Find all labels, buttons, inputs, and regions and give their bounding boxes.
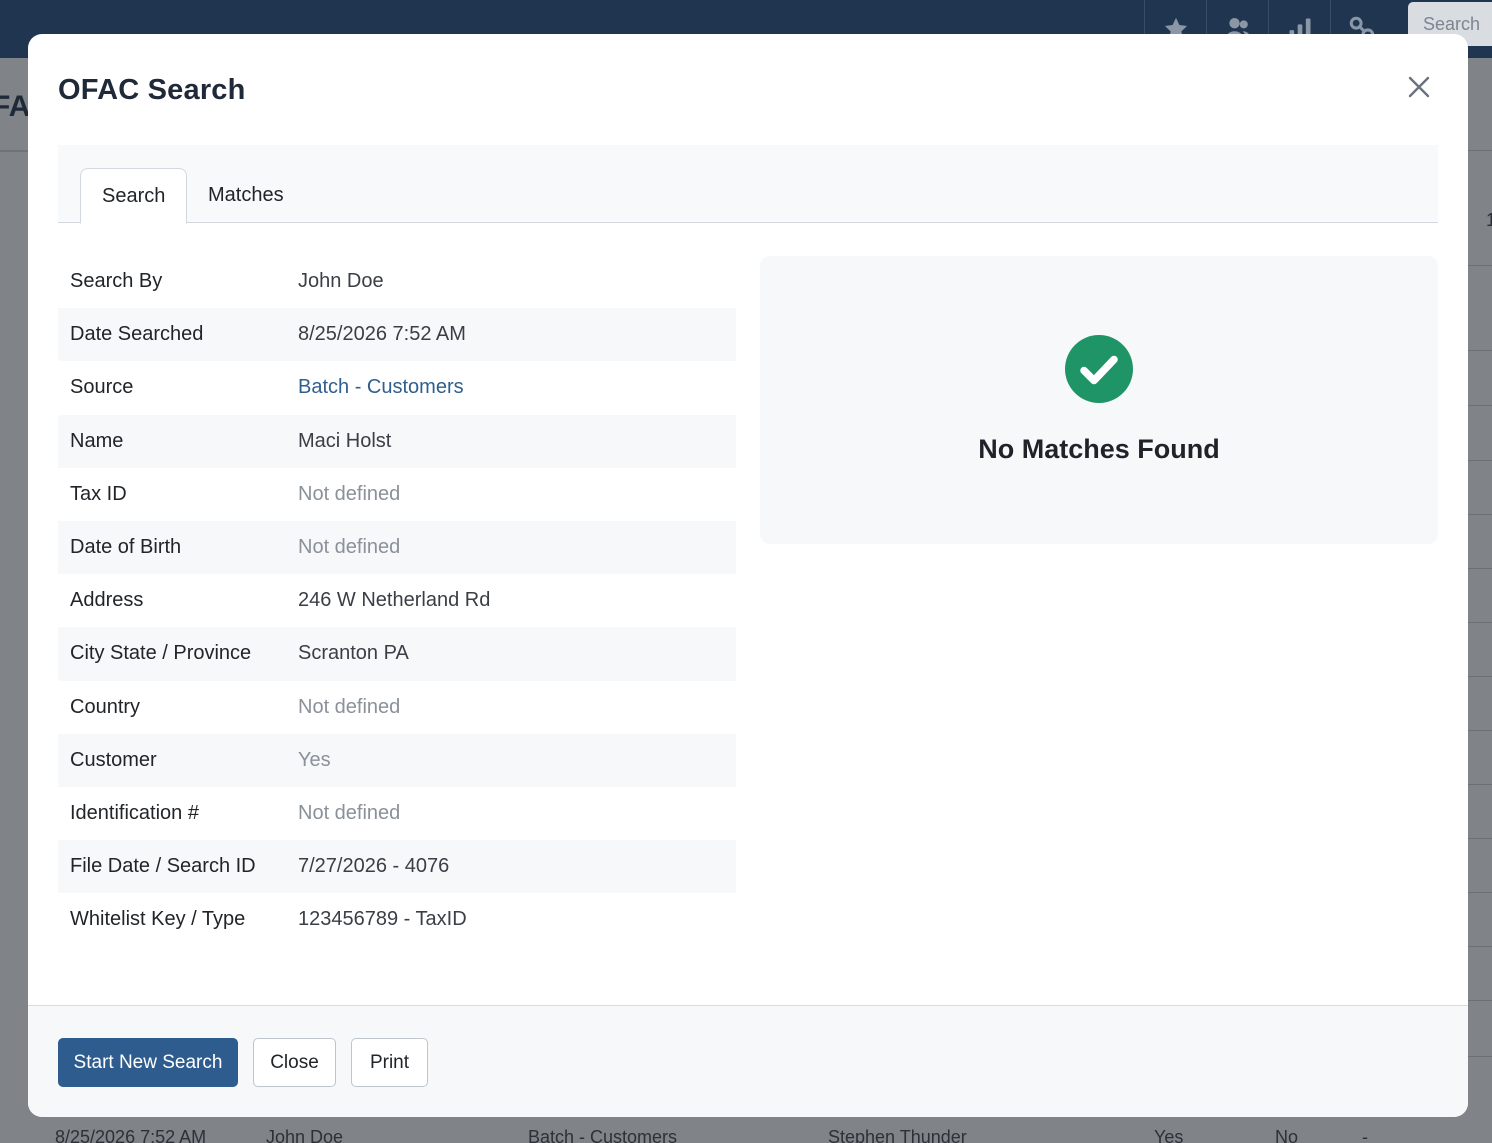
background-count: 1 (1486, 210, 1492, 230)
modal-footer: Start New Search Close Print (28, 1005, 1468, 1117)
detail-value: Not defined (298, 695, 401, 718)
result-card: No Matches Found (760, 256, 1438, 544)
detail-value: 123456789 - TaxID (298, 908, 467, 931)
detail-row: Search By John Doe (58, 255, 736, 308)
bg-row-source: Batch - Customers (528, 1127, 678, 1143)
source-link[interactable]: Batch - Customers (298, 376, 464, 399)
modal-close-button[interactable] (1404, 72, 1434, 102)
detail-value: 8/25/2026 7:52 AM (298, 323, 466, 346)
tab-bar: Search Matches (58, 145, 1438, 224)
bg-row-date: 8/25/2026 7:52 AM (55, 1127, 207, 1143)
detail-value: Not defined (298, 482, 401, 505)
detail-label: Address (70, 589, 144, 612)
detail-label: Whitelist Key / Type (70, 908, 246, 931)
bg-row-name: Stephen Thunder (828, 1127, 967, 1143)
detail-label: Date Searched (70, 323, 204, 346)
bg-row-match: No (1275, 1127, 1299, 1143)
tab-matches[interactable]: Matches (187, 168, 305, 223)
bg-row-searched-by: John Doe (266, 1127, 344, 1143)
detail-row: Identification # Not defined (58, 787, 736, 840)
detail-value: Not defined (298, 536, 401, 559)
detail-label: Search By (70, 270, 163, 293)
detail-row: Date Searched 8/25/2026 7:52 AM (58, 308, 736, 362)
print-button[interactable]: Print (351, 1038, 428, 1087)
close-icon (1408, 76, 1430, 98)
background-divider (0, 150, 30, 152)
detail-label: Country (70, 695, 141, 718)
detail-value: Yes (298, 748, 331, 771)
tab-search[interactable]: Search (80, 168, 188, 224)
bg-row-extra: - (1362, 1127, 1368, 1143)
modal-title: OFAC Search (58, 74, 246, 106)
detail-value: 246 W Netherland Rd (298, 589, 491, 612)
detail-label: Identification # (70, 801, 199, 824)
detail-row: Tax ID Not defined (58, 468, 736, 521)
detail-row: Date of Birth Not defined (58, 520, 736, 575)
detail-label: Source (70, 376, 134, 399)
detail-row: Address 246 W Netherland Rd (58, 574, 736, 627)
detail-label: Tax ID (70, 482, 127, 505)
detail-value: Not defined (298, 801, 401, 824)
ofac-search-modal: OFAC Search Search Matches Search By John… (28, 34, 1468, 1117)
bg-row-customer: Yes (1154, 1127, 1184, 1143)
close-button[interactable]: Close (253, 1038, 336, 1087)
detail-label: Date of Birth (70, 536, 182, 559)
background-page-title: FA (0, 90, 31, 123)
background-table-row: 8/25/2026 7:52 AM John Doe Batch - Custo… (0, 1127, 1492, 1143)
detail-label: Customer (70, 748, 157, 771)
detail-value: 7/27/2026 - 4076 (298, 855, 450, 878)
detail-value: John Doe (298, 270, 384, 293)
result-message: No Matches Found (978, 434, 1220, 464)
detail-row: Name Maci Holst (58, 414, 736, 468)
detail-value: Maci Holst (298, 429, 392, 452)
detail-label: Name (70, 429, 124, 452)
detail-label: File Date / Search ID (70, 855, 256, 878)
check-circle-icon (1065, 335, 1133, 403)
detail-label: City State / Province (70, 642, 252, 665)
start-new-search-button[interactable]: Start New Search (58, 1038, 238, 1087)
detail-row: City State / Province Scranton PA (58, 627, 736, 681)
detail-value: Scranton PA (298, 642, 409, 665)
search-details-table: Search By John Doe Date Searched 8/25/2026 … (58, 255, 736, 946)
detail-row: Customer Yes (58, 733, 736, 787)
detail-row: Source Batch - Customers (58, 361, 736, 414)
detail-row: Country Not defined (58, 681, 736, 734)
detail-row: Whitelist Key / Type 123456789 - TaxID (58, 893, 736, 946)
detail-row: File Date / Search ID 7/27/2026 - 4076 (58, 840, 736, 894)
